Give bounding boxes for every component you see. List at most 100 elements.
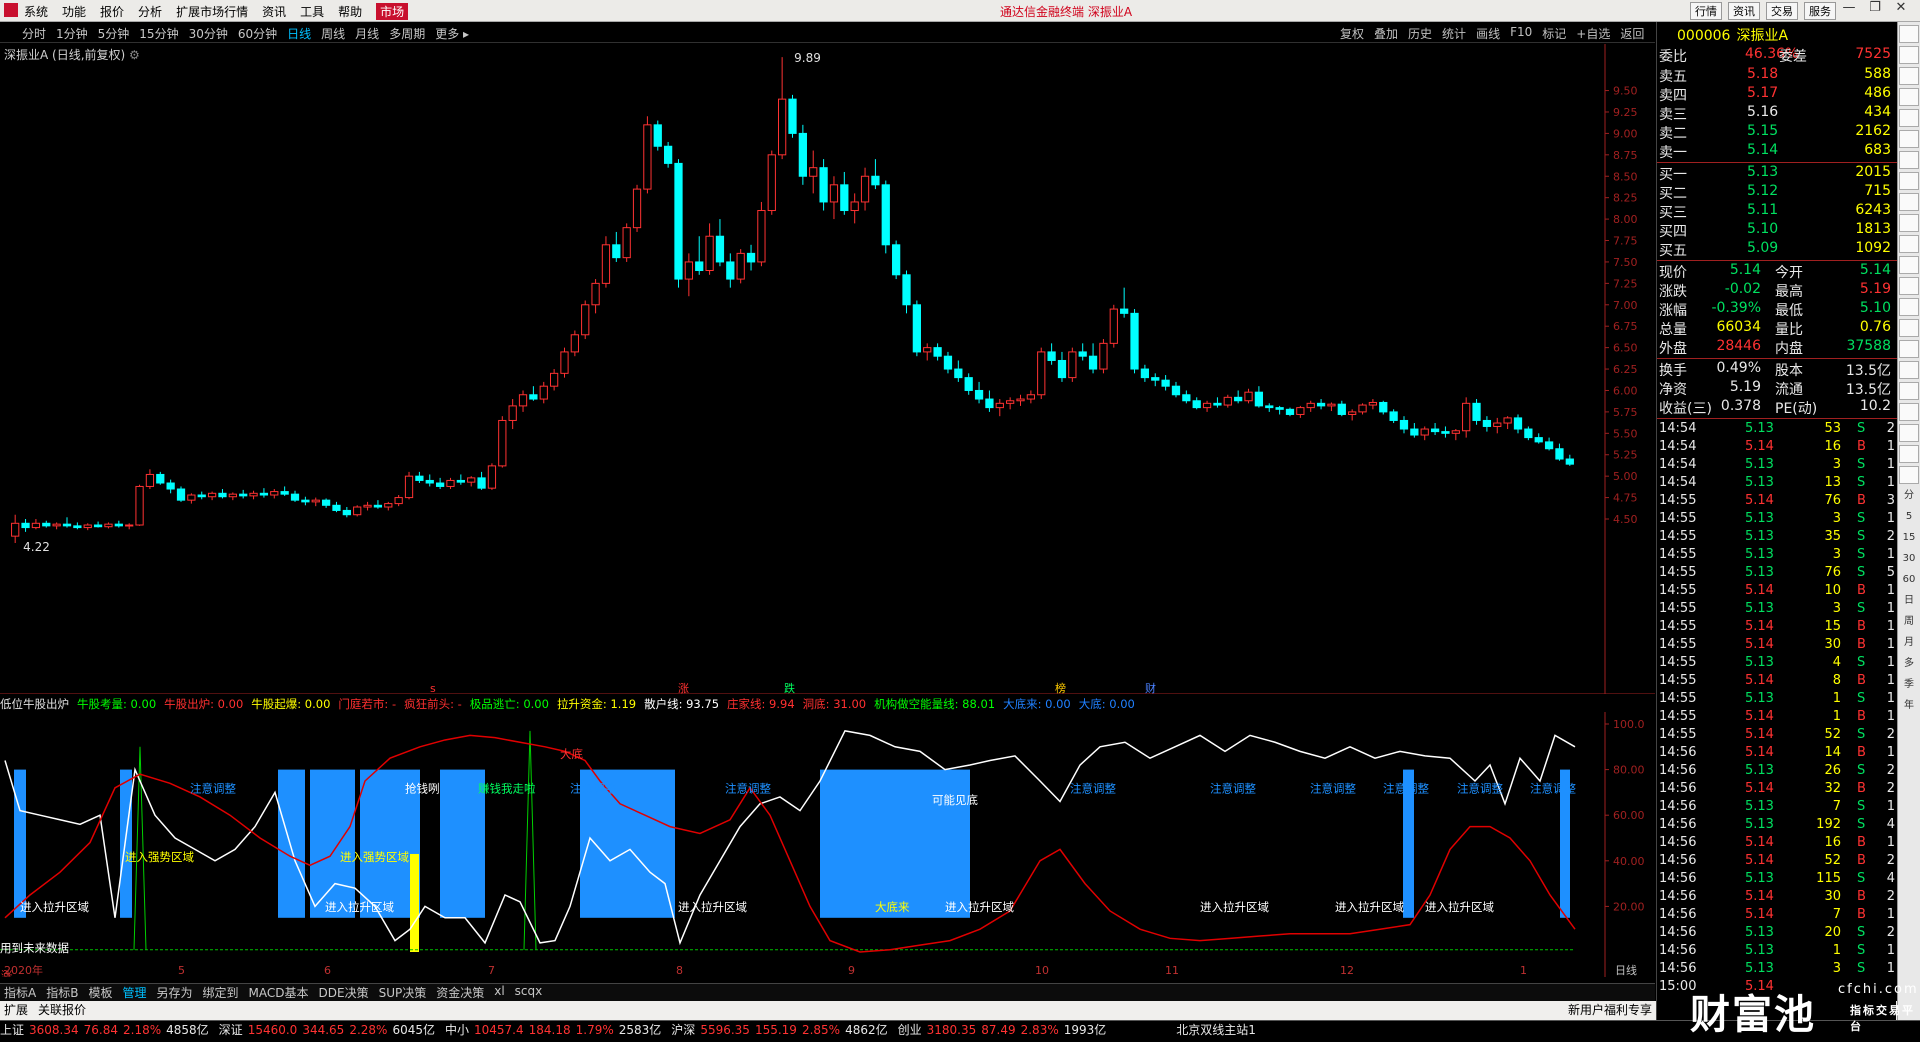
period-tab-0[interactable]: 分时: [22, 25, 46, 42]
top-button-1[interactable]: 资讯: [1728, 2, 1760, 20]
period-tab-3[interactable]: 15分钟: [139, 25, 178, 42]
index-quote[interactable]: 沪深 5596.35 155.19 2.85% 4862亿: [671, 1023, 892, 1037]
settings-gear-icon[interactable]: ⚙: [129, 48, 140, 62]
index-quote[interactable]: 深证 15460.0 344.65 2.28% 6045亿: [219, 1023, 440, 1037]
period-tab-2[interactable]: 5分钟: [98, 25, 130, 42]
chart-tool-0[interactable]: 复权: [1340, 25, 1364, 42]
sidebar-tool-icon[interactable]: [1899, 277, 1919, 295]
event-mark[interactable]: s: [430, 682, 436, 694]
period-tab-4[interactable]: 30分钟: [189, 25, 228, 42]
sidebar-tool-icon[interactable]: [1899, 214, 1919, 232]
sidebar-tool-icon[interactable]: [1899, 319, 1919, 337]
sidebar-tool-icon[interactable]: [1899, 46, 1919, 64]
indicator-tab-7[interactable]: DDE决策: [319, 984, 369, 1001]
index-quote[interactable]: 中小 10457.4 184.18 1.79% 2583亿: [445, 1023, 666, 1037]
sidebar-tool-icon[interactable]: [1899, 382, 1919, 400]
indicator-tab-4[interactable]: 另存为: [156, 984, 192, 1001]
chart-tool-3[interactable]: 统计: [1442, 25, 1466, 42]
event-mark[interactable]: 跌: [784, 681, 795, 694]
period-tab-10[interactable]: 更多 ▸: [435, 25, 469, 42]
bid-row[interactable]: 买四 5.10 1813: [1657, 221, 1897, 240]
sub-tab-1[interactable]: 关联报价: [38, 1001, 86, 1020]
period-tab-5[interactable]: 60分钟: [238, 25, 277, 42]
sidebar-period-3[interactable]: 30: [1899, 550, 1919, 568]
sidebar-period-7[interactable]: 月: [1899, 634, 1919, 652]
sidebar-period-6[interactable]: 周: [1899, 613, 1919, 631]
indicator-tab-11[interactable]: scqx: [515, 984, 543, 1001]
sidebar-period-10[interactable]: 年: [1899, 697, 1919, 715]
ask-row[interactable]: 卖二 5.15 2162: [1657, 123, 1897, 142]
index-quote[interactable]: 创业 3180.35 87.49 2.83% 1993亿: [898, 1023, 1112, 1037]
index-quote[interactable]: 上证 3608.34 76.84 2.18% 4858亿: [0, 1023, 214, 1037]
sidebar-period-9[interactable]: 季: [1899, 676, 1919, 694]
menu-item-5[interactable]: 资讯: [262, 3, 286, 20]
sidebar-period-1[interactable]: 5: [1899, 508, 1919, 526]
ask-row[interactable]: 卖五 5.18 588: [1657, 66, 1897, 85]
menu-item-6[interactable]: 工具: [300, 3, 324, 20]
top-button-2[interactable]: 交易: [1766, 2, 1798, 20]
period-tab-6[interactable]: 日线: [287, 25, 311, 42]
bid-row[interactable]: 买二 5.12 715: [1657, 183, 1897, 202]
event-mark[interactable]: 榜: [1055, 681, 1066, 694]
sidebar-tool-icon[interactable]: [1899, 67, 1919, 85]
sidebar-tool-icon[interactable]: [1899, 424, 1919, 442]
ask-row[interactable]: 卖三 5.16 434: [1657, 104, 1897, 123]
menu-item-7[interactable]: 帮助: [338, 3, 362, 20]
period-tab-1[interactable]: 1分钟: [56, 25, 88, 42]
sidebar-tool-icon[interactable]: [1899, 193, 1919, 211]
sidebar-tool-icon[interactable]: [1899, 466, 1919, 484]
chart-tool-5[interactable]: F10: [1510, 25, 1532, 42]
bid-row[interactable]: 买一 5.13 2015: [1657, 164, 1897, 183]
indicator-tab-5[interactable]: 绑定到: [203, 984, 239, 1001]
chart-tool-6[interactable]: 标记: [1542, 25, 1566, 42]
period-tab-8[interactable]: 月线: [355, 25, 379, 42]
sidebar-tool-icon[interactable]: [1899, 235, 1919, 253]
sidebar-tool-icon[interactable]: [1899, 130, 1919, 148]
indicator-tab-9[interactable]: 资金决策: [436, 984, 484, 1001]
sidebar-tool-icon[interactable]: [1899, 403, 1919, 421]
menu-item-0[interactable]: 系统: [24, 3, 48, 20]
close-icon[interactable]: ✕: [1888, 0, 1914, 22]
sidebar-tool-icon[interactable]: [1899, 340, 1919, 358]
ask-row[interactable]: 卖四 5.17 486: [1657, 85, 1897, 104]
bid-row[interactable]: 买五 5.09 1092: [1657, 240, 1897, 259]
period-tab-7[interactable]: 周线: [321, 25, 345, 42]
sidebar-tool-icon[interactable]: [1899, 172, 1919, 190]
sidebar-period-4[interactable]: 60: [1899, 571, 1919, 589]
top-button-0[interactable]: 行情: [1690, 2, 1722, 20]
chart-tool-7[interactable]: +自选: [1576, 25, 1610, 42]
sidebar-tool-icon[interactable]: [1899, 109, 1919, 127]
indicator-tab-6[interactable]: MACD基本: [249, 984, 309, 1001]
sidebar-tool-icon[interactable]: [1899, 298, 1919, 316]
sidebar-period-0[interactable]: 分: [1899, 487, 1919, 505]
promo-link[interactable]: 新用户福利专享: [1568, 1001, 1652, 1018]
sidebar-period-8[interactable]: 多: [1899, 655, 1919, 673]
minimize-icon[interactable]: —: [1836, 0, 1862, 22]
menu-item-1[interactable]: 功能: [62, 3, 86, 20]
server-name[interactable]: 北京双线主站1: [1176, 1023, 1256, 1037]
sidebar-tool-icon[interactable]: [1899, 151, 1919, 169]
indicator-tab-10[interactable]: xl: [494, 984, 504, 1001]
indicator-tab-0[interactable]: 指标A: [4, 984, 36, 1001]
indicator-tab-8[interactable]: SUP决策: [379, 984, 427, 1001]
menu-item-8[interactable]: 市场: [376, 3, 409, 20]
sidebar-tool-icon[interactable]: [1899, 256, 1919, 274]
sidebar-tool-icon[interactable]: [1899, 25, 1919, 43]
top-button-3[interactable]: 服务: [1804, 2, 1836, 20]
indicator-chart[interactable]: 100.0 80.00 60.00 40.00 20.00 注意调整 注意调整 注意调整 注意调…: [0, 712, 1655, 977]
event-mark[interactable]: 涨: [678, 682, 689, 694]
menu-item-2[interactable]: 报价: [100, 3, 124, 20]
chart-tool-2[interactable]: 历史: [1408, 25, 1432, 42]
sidebar-tool-icon[interactable]: [1899, 88, 1919, 106]
indicator-tab-2[interactable]: 模板: [88, 984, 112, 1001]
sidebar-period-2[interactable]: 15: [1899, 529, 1919, 547]
menu-item-4[interactable]: 扩展市场行情: [176, 3, 248, 20]
indicator-tab-1[interactable]: 指标B: [46, 984, 78, 1001]
chart-tool-8[interactable]: 返回: [1620, 25, 1644, 42]
menu-item-3[interactable]: 分析: [138, 3, 162, 20]
indicator-tab-3[interactable]: 管理: [122, 984, 146, 1001]
chart-tool-4[interactable]: 画线: [1476, 25, 1500, 42]
sidebar-tool-icon[interactable]: [1899, 361, 1919, 379]
sidebar-period-5[interactable]: 日: [1899, 592, 1919, 610]
sub-tab-0[interactable]: 扩展: [4, 1001, 28, 1020]
